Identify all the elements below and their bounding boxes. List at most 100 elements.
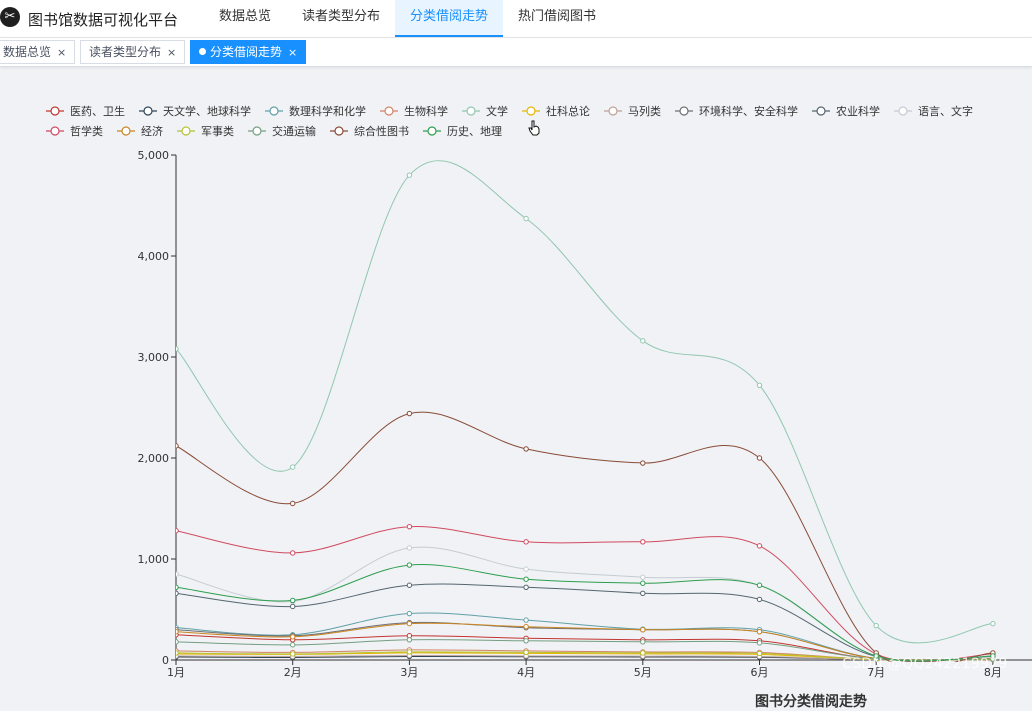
- data-point: [756, 543, 763, 549]
- legend-label: 生物科学: [404, 104, 448, 118]
- legend-item[interactable]: 综合性图书: [330, 124, 409, 138]
- tag-label: 读者类型分布: [89, 45, 162, 59]
- legend-label: 交通运输: [272, 124, 316, 138]
- y-tick-label: 1,000: [138, 553, 170, 566]
- data-point: [406, 562, 413, 568]
- tag-category-trend[interactable]: 分类借阅走势 ×: [190, 40, 307, 64]
- data-point: [406, 582, 413, 588]
- legend-label: 经济: [141, 124, 163, 138]
- chart-legend: 医药、卫生 天文学、地球科学 数理科学和化学 生物科学 文学 社科总论 马列类 环境科学、安全…: [46, 104, 973, 138]
- data-point: [290, 651, 296, 657]
- data-point: [523, 638, 529, 644]
- data-point: [640, 590, 646, 597]
- legend-label: 马列类: [628, 104, 661, 118]
- y-tick-label: 3,000: [138, 351, 170, 364]
- data-point: [640, 338, 646, 344]
- x-tick-label: 5月: [634, 666, 652, 679]
- legend-label: 军事类: [201, 124, 234, 138]
- close-icon[interactable]: ×: [288, 46, 297, 59]
- legend-label: 哲学类: [70, 124, 103, 138]
- data-point: [406, 637, 413, 643]
- legend-circle-marker: [50, 126, 60, 136]
- x-tick-label: 2月: [284, 666, 302, 679]
- data-point: [406, 545, 413, 551]
- data-point: [523, 584, 529, 590]
- nav-item-category-trend[interactable]: 分类借阅走势: [395, 0, 503, 37]
- nav-item-overview[interactable]: 数据总览: [210, 0, 280, 37]
- legend-circle-marker: [384, 106, 394, 116]
- legend-circle-marker: [143, 106, 153, 116]
- data-point: [176, 443, 179, 449]
- legend-label: 天文学、地球科学: [163, 104, 251, 118]
- data-point: [290, 603, 296, 610]
- legend-circle-marker: [252, 126, 262, 136]
- data-point: [290, 464, 296, 470]
- close-icon[interactable]: ×: [167, 46, 176, 59]
- legend-circle-marker: [269, 106, 279, 116]
- legend-item[interactable]: 交通运输: [248, 124, 316, 138]
- legend-circle-marker: [608, 106, 618, 116]
- series-历史、地理: [176, 562, 996, 662]
- data-point: [640, 580, 646, 586]
- legend-item[interactable]: 语言、文字: [894, 104, 973, 118]
- data-point: [176, 650, 179, 656]
- data-point: [176, 584, 179, 590]
- data-point: [406, 649, 413, 655]
- data-point: [523, 566, 529, 572]
- legend-circle-marker: [121, 126, 131, 136]
- tag-overview[interactable]: 数据总览 ×: [0, 40, 76, 64]
- tag-reader-types[interactable]: 读者类型分布 ×: [80, 40, 186, 64]
- legend-item[interactable]: 社科总论: [522, 104, 590, 118]
- legend-item[interactable]: 经济: [117, 124, 163, 138]
- tag-label: 数据总览: [3, 45, 52, 59]
- data-point: [290, 642, 296, 648]
- data-point: [640, 650, 646, 656]
- series-line: [176, 546, 993, 662]
- nav-item-reader-types[interactable]: 读者类型分布: [292, 0, 390, 37]
- data-point: [756, 629, 763, 635]
- data-point: [756, 382, 763, 388]
- legend-item[interactable]: 历史、地理: [423, 125, 502, 138]
- legend-circle-marker: [181, 126, 191, 136]
- watermark-text: CSDN @QQ242219979: [842, 656, 1008, 672]
- x-tick-label: 3月: [400, 666, 418, 679]
- legend-label: 数理科学和化学: [289, 104, 366, 118]
- data-point: [756, 650, 763, 657]
- legend-item[interactable]: 文学: [462, 104, 508, 118]
- legend-item[interactable]: 生物科学: [380, 104, 448, 118]
- data-point: [640, 639, 646, 645]
- data-point: [290, 500, 296, 507]
- legend-item[interactable]: 马列类: [604, 104, 661, 118]
- legend-circle-marker: [334, 126, 344, 136]
- legend-item[interactable]: 天文学、地球科学: [139, 104, 251, 118]
- legend-item[interactable]: 数理科学和化学: [265, 104, 366, 118]
- y-tick-label: 5,000: [138, 149, 170, 162]
- nav-item-hot-books[interactable]: 热门借阅图书: [508, 0, 606, 37]
- legend-label: 文学: [486, 104, 508, 118]
- data-point: [176, 629, 179, 635]
- data-point: [406, 620, 413, 627]
- legend-label: 综合性图书: [354, 124, 409, 138]
- legend-item[interactable]: 农业科学: [812, 104, 880, 118]
- close-icon[interactable]: ×: [57, 46, 66, 59]
- data-point: [290, 597, 296, 604]
- chart-series: [176, 160, 996, 662]
- data-point: [756, 582, 763, 588]
- legend-item[interactable]: 哲学类: [46, 124, 103, 138]
- data-point: [523, 215, 529, 222]
- legend-item[interactable]: 环境科学、安全科学: [675, 104, 798, 118]
- x-tick-label: 4月: [517, 666, 535, 679]
- data-point: [640, 627, 646, 633]
- legend-label: 历史、地理: [447, 125, 502, 138]
- legend-item[interactable]: 医药、卫生: [46, 104, 125, 118]
- data-point: [640, 574, 646, 580]
- hand-cursor-icon: [528, 120, 540, 136]
- chart-axes: 01,0002,0003,0004,0005,0001月 2月 3月 4月 5月 6月 7月…: [138, 149, 1032, 679]
- data-point: [176, 346, 179, 352]
- x-tick-label: 6月: [751, 666, 769, 679]
- legend-circle-marker: [816, 106, 826, 116]
- top-navbar: ✂ 图书馆数据可视化平台 数据总览 读者类型分布 分类借阅走势 热门借阅图书: [0, 0, 1032, 38]
- legend-item[interactable]: 军事类: [177, 124, 234, 138]
- active-dot-icon: [199, 48, 206, 55]
- data-point: [523, 649, 529, 656]
